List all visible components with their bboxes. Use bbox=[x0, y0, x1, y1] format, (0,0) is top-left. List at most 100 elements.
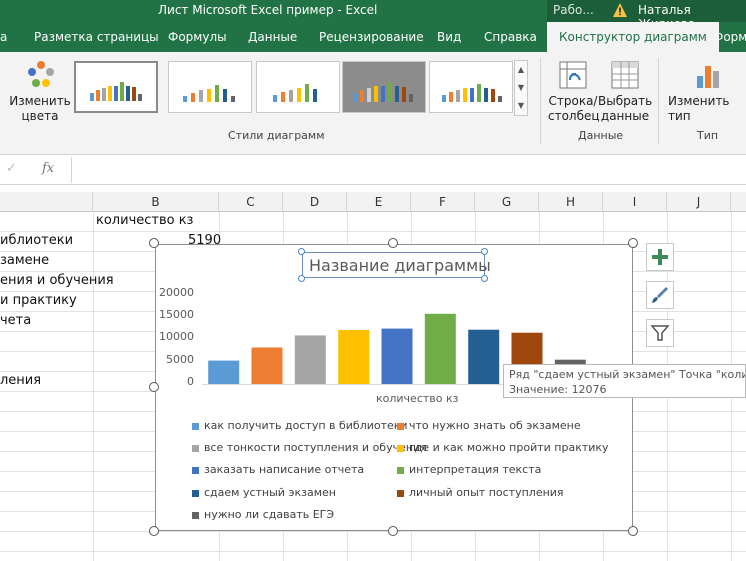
legend-item[interactable]: заказать написание отчета bbox=[192, 463, 364, 476]
legend-swatch bbox=[192, 466, 199, 474]
formula-input[interactable] bbox=[71, 157, 746, 183]
resize-handle-bottom-right[interactable] bbox=[628, 526, 638, 536]
chart-elements-button[interactable] bbox=[646, 243, 674, 271]
title-handle[interactable] bbox=[481, 275, 488, 282]
resize-handle-bottom[interactable] bbox=[388, 526, 398, 536]
gallery-more-icon[interactable]: ▼ bbox=[515, 97, 527, 115]
legend-label: что нужно знать об экзамене bbox=[409, 419, 581, 432]
chart-style-1[interactable] bbox=[74, 61, 158, 113]
chart-style-2[interactable] bbox=[168, 61, 252, 113]
filter-icon bbox=[650, 325, 670, 341]
legend-item[interactable]: что нужно знать об экзамене bbox=[397, 419, 581, 432]
tab-chart-design[interactable]: Конструктор диаграмм bbox=[547, 22, 719, 52]
chart-title-box[interactable]: Название диаграммы bbox=[302, 252, 491, 278]
y-tick-label: 10000 bbox=[159, 330, 194, 343]
cell-a3[interactable]: замене bbox=[0, 253, 49, 268]
cell-b1[interactable]: количество кз bbox=[96, 213, 193, 228]
tab-insert[interactable]: а bbox=[0, 30, 7, 44]
column-header-e[interactable]: E bbox=[347, 192, 411, 212]
tab-formulas[interactable]: Формулы bbox=[168, 30, 227, 44]
title-handle[interactable] bbox=[298, 275, 305, 282]
switch-row-column-button[interactable]: Строка/ столбец bbox=[548, 56, 600, 126]
tab-view[interactable]: Вид bbox=[437, 30, 461, 44]
scroll-up-icon[interactable]: ▲ bbox=[515, 61, 527, 79]
cell-a6[interactable]: чета bbox=[0, 313, 31, 328]
column-header-b[interactable]: B bbox=[93, 192, 219, 212]
separator bbox=[540, 58, 541, 144]
select-data-button[interactable]: Выбрать данные bbox=[598, 56, 652, 126]
column-header-g[interactable]: G bbox=[475, 192, 539, 212]
legend-swatch bbox=[192, 489, 199, 497]
tab-page-layout[interactable]: Разметка страницы bbox=[34, 30, 159, 44]
bar[interactable] bbox=[424, 313, 456, 384]
chart-style-3[interactable] bbox=[256, 61, 340, 113]
bar[interactable] bbox=[381, 328, 413, 384]
user-area[interactable]: Рабо... Наталья Жиркова bbox=[547, 0, 746, 31]
styles-group-label: Стили диаграмм bbox=[228, 129, 325, 142]
fx-icon[interactable]: fx bbox=[42, 161, 54, 176]
plus-icon bbox=[652, 249, 668, 265]
y-tick-label: 15000 bbox=[159, 308, 194, 321]
cell-a4[interactable]: ения и обучения bbox=[0, 273, 114, 288]
legend-label: все тонкости поступления и обучения bbox=[204, 441, 427, 454]
legend-swatch bbox=[192, 422, 199, 430]
enter-check-icon[interactable]: ✓ bbox=[6, 161, 17, 176]
cell-a5[interactable]: и практику bbox=[0, 293, 77, 308]
scroll-down-icon[interactable]: ▼ bbox=[515, 79, 527, 97]
column-header-c[interactable]: C bbox=[219, 192, 283, 212]
legend-label: личный опыт поступления bbox=[409, 486, 564, 499]
chart-style-4[interactable] bbox=[342, 61, 426, 113]
column-header-h[interactable]: H bbox=[539, 192, 603, 212]
warning-icon[interactable] bbox=[612, 2, 628, 18]
chart-style-5[interactable] bbox=[429, 61, 513, 113]
cell-a2[interactable]: иблиотеки bbox=[0, 233, 73, 248]
chart-filters-button[interactable] bbox=[646, 319, 674, 347]
legend-item[interactable]: как получить доступ в библиотеки bbox=[192, 419, 408, 432]
cell-a9[interactable]: ления bbox=[0, 373, 41, 388]
tab-format[interactable]: Форм bbox=[713, 30, 746, 44]
resize-handle-top-left[interactable] bbox=[149, 238, 159, 248]
column-header-f[interactable]: F bbox=[411, 192, 475, 212]
column-header-a[interactable] bbox=[0, 192, 93, 212]
y-tick-label: 0 bbox=[187, 375, 194, 388]
legend-label: сдаем устный экзамен bbox=[204, 486, 336, 499]
resize-handle-bottom-left[interactable] bbox=[149, 526, 159, 536]
title-handle[interactable] bbox=[298, 248, 305, 255]
legend-label: заказать написание отчета bbox=[204, 463, 365, 476]
resize-handle-left[interactable] bbox=[149, 382, 159, 392]
bar[interactable] bbox=[294, 335, 326, 384]
bar[interactable] bbox=[208, 360, 240, 384]
separator bbox=[658, 58, 659, 144]
chart-title[interactable]: Название диаграммы bbox=[309, 256, 491, 275]
select-data-icon bbox=[611, 61, 639, 89]
tab-help[interactable]: Справка bbox=[484, 30, 537, 44]
legend-item[interactable]: сдаем устный экзамен bbox=[192, 486, 336, 499]
change-chart-type-button[interactable]: Изменить тип диаграммы bbox=[664, 56, 746, 126]
tab-review[interactable]: Рецензирование bbox=[319, 30, 424, 44]
change-colors-button[interactable]: Изменить цвета bbox=[8, 56, 72, 126]
bar[interactable] bbox=[251, 347, 283, 385]
legend-item[interactable]: все тонкости поступления и обучения bbox=[192, 441, 427, 454]
switch-row-column-label: Строка/ столбец bbox=[548, 94, 600, 123]
resize-handle-top[interactable] bbox=[388, 238, 398, 248]
legend-item[interactable]: интерпретация текста bbox=[397, 463, 541, 476]
legend-item[interactable]: где и как можно пройти практику bbox=[397, 441, 609, 454]
tab-data[interactable]: Данные bbox=[248, 30, 297, 44]
column-header-j[interactable]: J bbox=[667, 192, 731, 212]
change-colors-label: Изменить цвета bbox=[9, 94, 71, 123]
legend-item[interactable]: нужно ли сдавать ЕГЭ bbox=[192, 508, 334, 521]
x-axis-label: количество кз bbox=[376, 392, 459, 405]
title-handle[interactable] bbox=[481, 248, 488, 255]
legend-item[interactable]: личный опыт поступления bbox=[397, 486, 564, 499]
grid-line bbox=[93, 212, 94, 561]
gallery-scroll[interactable]: ▲ ▼ ▼ bbox=[514, 60, 528, 116]
resize-handle-top-right[interactable] bbox=[628, 238, 638, 248]
ribbon-panel: Изменить цвета ▲ ▼ ▼ Стили диаграмм Стро… bbox=[0, 52, 746, 155]
column-header-d[interactable]: D bbox=[283, 192, 347, 212]
column-header-i[interactable]: I bbox=[603, 192, 667, 212]
column-headers: B C D E F G H I J bbox=[0, 192, 746, 212]
bar[interactable] bbox=[468, 329, 500, 384]
chart-styles-button[interactable] bbox=[646, 281, 674, 309]
bar[interactable] bbox=[338, 330, 370, 384]
grid-line bbox=[0, 231, 746, 232]
